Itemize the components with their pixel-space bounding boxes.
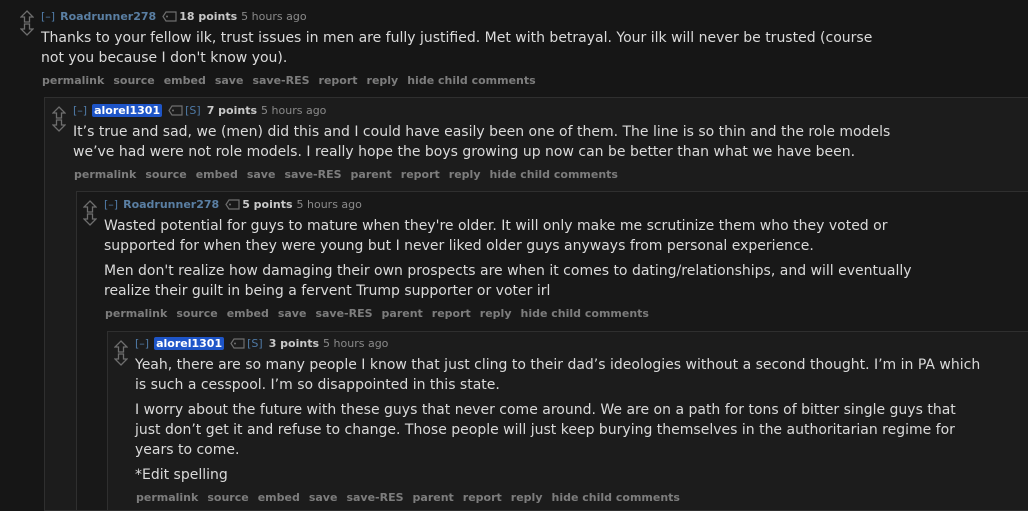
vote-arrows xyxy=(20,10,34,36)
comment-paragraph: I worry about the future with these guys… xyxy=(135,402,956,458)
downvote-arrow-icon[interactable] xyxy=(114,353,128,366)
embed-button[interactable]: embed xyxy=(196,168,238,181)
upvote-arrow-icon[interactable] xyxy=(114,340,128,353)
parent-button[interactable]: parent xyxy=(413,491,454,504)
save-res-button[interactable]: save-RES xyxy=(284,168,341,181)
author-link[interactable]: alorel1301 xyxy=(92,104,163,117)
hide-child-comments-button[interactable]: hide child comments xyxy=(521,307,649,320)
timestamp[interactable]: 5 hours ago xyxy=(261,104,326,117)
permalink-button[interactable]: permalink xyxy=(136,491,198,504)
vote-arrows xyxy=(52,106,66,132)
report-button[interactable]: report xyxy=(401,168,440,181)
comment-tagline: [–] Roadrunner278 18 points 5 hours ago xyxy=(41,10,307,23)
downvote-arrow-icon[interactable] xyxy=(52,119,66,132)
reply-button[interactable]: reply xyxy=(367,74,399,87)
source-button[interactable]: source xyxy=(176,307,217,320)
comment-body: Thanks to your fellow ilk, trust issues … xyxy=(41,28,891,73)
reply-button[interactable]: reply xyxy=(480,307,512,320)
save-res-button[interactable]: save-RES xyxy=(315,307,372,320)
score: 7 points xyxy=(206,104,258,117)
user-tag-icon[interactable] xyxy=(168,105,183,116)
embed-button[interactable]: embed xyxy=(258,491,300,504)
comment-buttons: permalink source embed save save-RES parent re… xyxy=(74,168,627,181)
comment-body: Wasted potential for guys to mature when… xyxy=(104,216,924,306)
comment-tagline: [–] Roadrunner278 5 points 5 hours ago xyxy=(104,198,362,211)
timestamp[interactable]: 5 hours ago xyxy=(297,198,362,211)
hide-child-comments-button[interactable]: hide child comments xyxy=(490,168,618,181)
user-tag-icon[interactable] xyxy=(230,338,245,349)
comment-3: [–] alorel1301 [S] 3 points 5 hours ago Yeah… xyxy=(107,331,1028,511)
comment-paragraph: Thanks to your fellow ilk, trust issues … xyxy=(41,30,873,66)
save-button[interactable]: save xyxy=(278,307,307,320)
author-link[interactable]: Roadrunner278 xyxy=(123,198,219,211)
reply-button[interactable]: reply xyxy=(511,491,543,504)
comment-paragraph: *Edit spelling xyxy=(135,467,228,483)
parent-button[interactable]: parent xyxy=(382,307,423,320)
save-button[interactable]: save xyxy=(309,491,338,504)
score: 3 points xyxy=(268,337,320,350)
collapse-toggle[interactable]: [–] xyxy=(135,337,149,350)
save-button[interactable]: save xyxy=(215,74,244,87)
comment-buttons: permalink source embed save save-RES report re… xyxy=(42,74,545,87)
user-tag-icon[interactable] xyxy=(162,11,177,22)
score: 5 points xyxy=(242,198,293,211)
collapse-toggle[interactable]: [–] xyxy=(41,10,55,23)
reply-button[interactable]: reply xyxy=(449,168,481,181)
report-button[interactable]: report xyxy=(432,307,471,320)
score: 18 points xyxy=(179,10,238,23)
source-button[interactable]: source xyxy=(207,491,248,504)
hide-child-comments-button[interactable]: hide child comments xyxy=(552,491,680,504)
report-button[interactable]: report xyxy=(463,491,502,504)
author-link[interactable]: Roadrunner278 xyxy=(60,10,156,23)
comment-buttons: permalink source embed save save-RES parent re… xyxy=(136,491,689,504)
save-button[interactable]: save xyxy=(247,168,276,181)
source-button[interactable]: source xyxy=(145,168,186,181)
comment-paragraph: Men don't realize how damaging their own… xyxy=(104,263,912,299)
author-link[interactable]: alorel1301 xyxy=(154,337,225,350)
vote-arrows xyxy=(114,340,128,366)
hide-child-comments-button[interactable]: hide child comments xyxy=(407,74,535,87)
embed-button[interactable]: embed xyxy=(227,307,269,320)
permalink-button[interactable]: permalink xyxy=(42,74,104,87)
comment-paragraph: Yeah, there are so many people I know th… xyxy=(135,357,981,393)
save-res-button[interactable]: save-RES xyxy=(252,74,309,87)
parent-button[interactable]: parent xyxy=(351,168,392,181)
vote-arrows xyxy=(83,200,97,226)
comment-body: It’s true and sad, we (men) did this and… xyxy=(73,122,913,167)
collapse-toggle[interactable]: [–] xyxy=(73,104,87,117)
comment-body: Yeah, there are so many people I know th… xyxy=(135,355,985,490)
timestamp[interactable]: 5 hours ago xyxy=(323,337,388,350)
downvote-arrow-icon[interactable] xyxy=(83,213,97,226)
comment-paragraph: Wasted potential for guys to mature when… xyxy=(104,218,888,254)
submitter-badge: [S] xyxy=(247,337,263,350)
upvote-arrow-icon[interactable] xyxy=(20,10,34,23)
comment-tagline: [–] alorel1301 [S] 7 points 5 hours ago xyxy=(73,104,326,117)
timestamp[interactable]: 5 hours ago xyxy=(241,10,306,23)
collapse-toggle[interactable]: [–] xyxy=(104,198,118,211)
upvote-arrow-icon[interactable] xyxy=(83,200,97,213)
permalink-button[interactable]: permalink xyxy=(74,168,136,181)
upvote-arrow-icon[interactable] xyxy=(52,106,66,119)
embed-button[interactable]: embed xyxy=(164,74,206,87)
comment-paragraph: It’s true and sad, we (men) did this and… xyxy=(73,124,891,160)
permalink-button[interactable]: permalink xyxy=(105,307,167,320)
report-button[interactable]: report xyxy=(319,74,358,87)
user-tag-icon[interactable] xyxy=(225,199,240,210)
source-button[interactable]: source xyxy=(113,74,154,87)
comment-tagline: [–] alorel1301 [S] 3 points 5 hours ago xyxy=(135,337,388,350)
comment-buttons: permalink source embed save save-RES parent re… xyxy=(105,307,658,320)
submitter-badge: [S] xyxy=(185,104,201,117)
downvote-arrow-icon[interactable] xyxy=(20,23,34,36)
save-res-button[interactable]: save-RES xyxy=(346,491,403,504)
